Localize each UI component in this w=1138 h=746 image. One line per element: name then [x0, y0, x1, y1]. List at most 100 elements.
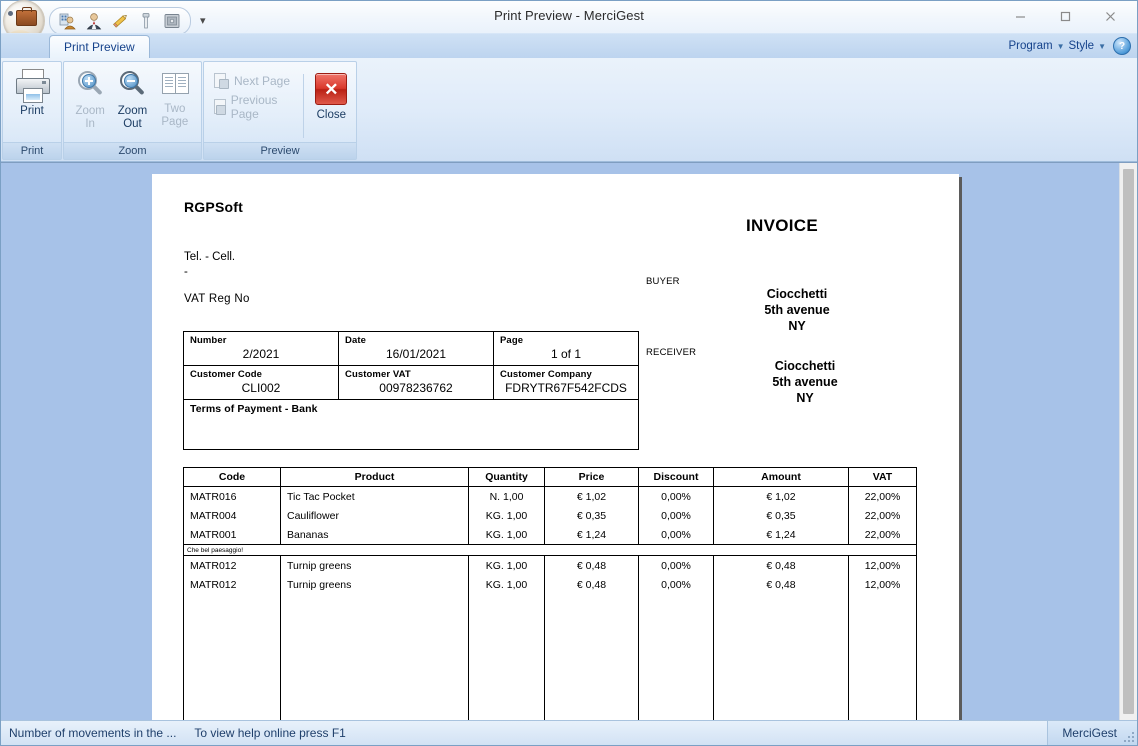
- tab-label: Print Preview: [64, 40, 135, 54]
- customer-code-value: CLI002: [241, 381, 281, 395]
- archive-icon[interactable]: [162, 11, 182, 31]
- previous-page-icon: [213, 99, 226, 115]
- buyer-street: 5th avenue: [764, 303, 830, 317]
- window-controls: [998, 1, 1133, 31]
- cell-quantity: KG. 1,00: [468, 506, 545, 525]
- table-row: MATR016 Tic Tac Pocket N. 1,00 € 1,02 0,…: [183, 486, 917, 506]
- receiver-street: 5th avenue: [772, 375, 838, 389]
- products-table-header-row: Code Product Quantity Price Discount Amo…: [183, 467, 917, 487]
- zoom-out-icon: [116, 69, 148, 101]
- zoom-out-button[interactable]: Zoom Out: [111, 66, 153, 131]
- cell-page: Page 1 of 1: [493, 331, 639, 366]
- cell-discount: 0,00%: [638, 525, 714, 545]
- cell-vat: 22,00%: [848, 506, 917, 525]
- cell-amount: € 0,35: [713, 506, 849, 525]
- resize-grip-icon[interactable]: [1124, 732, 1134, 742]
- status-help-hint: To view help online press F1: [194, 726, 346, 740]
- two-page-line2: Page: [161, 116, 189, 128]
- ribbon-group-print-title: Print: [3, 142, 61, 159]
- vat-reg-no: VAT Reg No: [184, 293, 250, 305]
- quick-access-more-icon[interactable]: ▾: [200, 15, 206, 27]
- ribbon-group-preview-title: Preview: [204, 142, 356, 159]
- buyer-city: NY: [788, 319, 806, 333]
- previous-page-button[interactable]: Previous Page: [209, 93, 297, 121]
- cell-amount: € 1,24: [713, 525, 849, 545]
- company-name: RGPSoft: [184, 199, 243, 215]
- vertical-scrollbar[interactable]: [1119, 163, 1137, 720]
- table-row: Customer Code CLI002 Customer VAT 009782…: [183, 365, 639, 400]
- receiver-address: Ciocchetti 5th avenue NY: [705, 358, 905, 406]
- next-page-label: Next Page: [234, 74, 291, 88]
- ribbon-group-zoom: Zoom In Zoom Out Two Page Zoom: [63, 61, 202, 160]
- cell-price: € 0,48: [544, 555, 639, 575]
- zoom-in-icon: [74, 69, 106, 101]
- cell-customer-vat: Customer VAT 00978236762: [338, 365, 494, 400]
- cell-product: Turnip greens: [280, 555, 469, 575]
- tool-icon[interactable]: [136, 11, 156, 31]
- print-preview-canvas[interactable]: RGPSoft Tel. - Cell. - VAT Reg No INVOIC…: [1, 162, 1137, 720]
- two-page-button[interactable]: Two Page: [154, 66, 196, 129]
- cell-quantity: KG. 1,00: [468, 555, 545, 575]
- zoom-in-button[interactable]: Zoom In: [69, 66, 111, 131]
- pencil-icon[interactable]: [110, 11, 130, 31]
- menu-style[interactable]: Style: [1069, 40, 1095, 52]
- cell-code: MATR012: [183, 575, 281, 594]
- close-preview-button[interactable]: ✕ Close: [312, 70, 351, 122]
- cell-price: € 0,48: [544, 575, 639, 594]
- preview-page: RGPSoft Tel. - Cell. - VAT Reg No INVOIC…: [152, 174, 959, 720]
- print-button[interactable]: Print: [8, 66, 56, 118]
- supplier-icon[interactable]: [84, 11, 104, 31]
- cell-price: € 1,02: [544, 486, 639, 506]
- table-row: MATR012 Turnip greens KG. 1,00 € 0,48 0,…: [183, 555, 917, 575]
- invoice-document: RGPSoft Tel. - Cell. - VAT Reg No INVOIC…: [152, 174, 959, 720]
- receiver-city: NY: [796, 391, 814, 405]
- cell-discount: 0,00%: [638, 555, 714, 575]
- scrollbar-thumb[interactable]: [1123, 169, 1134, 714]
- cell-discount: 0,00%: [638, 486, 714, 506]
- cell-customer-code: Customer Code CLI002: [183, 365, 339, 400]
- receiver-name: Ciocchetti: [774, 359, 836, 373]
- note-row: Che bel paesaggio!: [183, 544, 917, 556]
- chevron-down-icon-program[interactable]: ▼: [1057, 42, 1065, 51]
- close-icon[interactable]: [1088, 1, 1133, 31]
- cell-terms: Terms of Payment - Bank: [183, 399, 639, 450]
- cell-code: MATR016: [183, 486, 281, 506]
- cell-quantity: KG. 1,00: [468, 525, 545, 545]
- help-icon[interactable]: ?: [1113, 37, 1131, 55]
- header-vat: VAT: [848, 467, 917, 487]
- products-table: Code Product Quantity Price Discount Amo…: [183, 467, 917, 720]
- next-page-button[interactable]: Next Page: [209, 70, 297, 92]
- cell-product: Tic Tac Pocket: [280, 486, 469, 506]
- customer-code-label: Customer Code: [190, 369, 263, 380]
- ribbon-group-preview: Next Page Previous Page ✕ Close Preview: [203, 61, 357, 160]
- next-page-icon: [213, 73, 229, 89]
- maximize-icon[interactable]: [1043, 1, 1088, 31]
- application-window: Print Preview - MerciGest ▾ Print Previe…: [0, 0, 1138, 746]
- cell-customer-company: Customer Company FDRYTR67F542FCDS: [493, 365, 639, 400]
- table-filler-row: [183, 594, 917, 720]
- customer-company-value: FDRYTR67F542FCDS: [505, 381, 627, 395]
- header-code: Code: [183, 467, 281, 487]
- close-x-icon: ✕: [315, 73, 348, 105]
- cell-discount: 0,00%: [638, 506, 714, 525]
- print-button-label: Print: [20, 105, 44, 117]
- table-row: MATR004 Cauliflower KG. 1,00 € 0,35 0,00…: [183, 506, 917, 525]
- telephone-line-2: -: [184, 266, 188, 278]
- telephone-line: Tel. - Cell.: [184, 251, 236, 263]
- ribbon-group-print: Print Print: [2, 61, 62, 160]
- minimize-icon[interactable]: [998, 1, 1043, 31]
- cell-number: Number 2/2021: [183, 331, 339, 366]
- menu-program[interactable]: Program: [1008, 40, 1052, 52]
- date-label: Date: [345, 335, 366, 346]
- customer-company-label: Customer Company: [500, 369, 592, 380]
- zoom-in-line1: Zoom: [75, 105, 105, 117]
- customers-icon[interactable]: [58, 11, 78, 31]
- two-page-icon: [160, 69, 190, 99]
- tab-print-preview[interactable]: Print Preview: [49, 35, 150, 58]
- cell-price: € 1,24: [544, 525, 639, 545]
- quick-access-buttons: [49, 7, 191, 35]
- ribbon: Print Print Zoom In Zoom Out Two Page Zo…: [1, 58, 1137, 162]
- cell-vat: 22,00%: [848, 525, 917, 545]
- cell-code: MATR004: [183, 506, 281, 525]
- chevron-down-icon-style[interactable]: ▼: [1098, 42, 1106, 51]
